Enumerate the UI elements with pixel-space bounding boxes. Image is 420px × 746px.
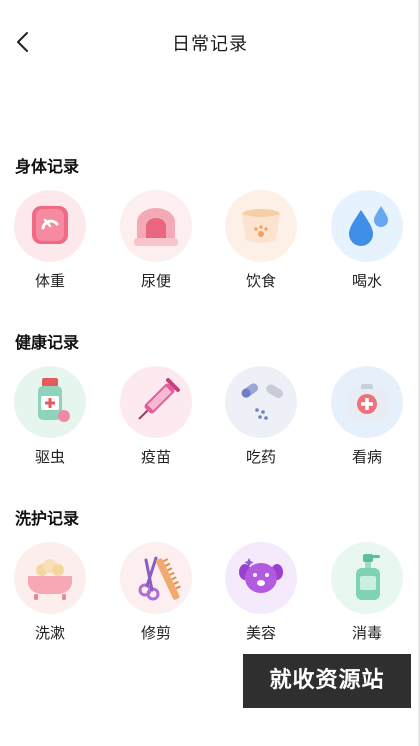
water-drops-icon — [331, 190, 403, 262]
section-title-body: 身体记录 — [15, 157, 80, 176]
record-item-label: 驱虫 — [34, 448, 65, 466]
litter-box-icon — [120, 190, 192, 262]
record-item-beauty[interactable]: 美容 — [215, 542, 305, 646]
record-item-label: 美容 — [245, 624, 276, 642]
record-item-label: 消毒 — [351, 624, 382, 642]
record-item-label: 看病 — [351, 448, 382, 466]
disinfectant-bottle-icon — [331, 542, 403, 614]
record-item-litter[interactable]: 尿便 — [110, 190, 200, 294]
record-item-label: 饮食 — [245, 272, 276, 290]
section-title-grooming: 洗护记录 — [15, 509, 80, 528]
record-item-medicine[interactable]: 吃药 — [215, 366, 305, 470]
scissors-comb-icon — [120, 542, 192, 614]
record-item-bath[interactable]: 洗漱 — [4, 542, 94, 646]
record-item-disinfect[interactable]: 消毒 — [321, 542, 411, 646]
record-item-doctor[interactable]: 看病 — [321, 366, 411, 470]
record-item-label: 体重 — [34, 272, 65, 290]
record-item-label: 洗漱 — [34, 624, 65, 642]
grooming-dog-icon — [225, 542, 297, 614]
grooming-record-grid: 洗漱 修剪 美容 消毒 — [0, 542, 420, 652]
record-item-label: 修剪 — [140, 624, 171, 642]
watermark-banner: 就收资源站 — [243, 654, 411, 708]
record-item-vaccine[interactable]: 疫苗 — [110, 366, 200, 470]
record-item-label: 尿便 — [140, 272, 171, 290]
pills-icon — [225, 366, 297, 438]
record-item-trim[interactable]: 修剪 — [110, 542, 200, 646]
record-item-label: 疫苗 — [140, 448, 171, 466]
medicine-bottle-icon — [14, 366, 86, 438]
scale-icon — [14, 190, 86, 262]
top-bar: 日常记录 — [0, 0, 420, 84]
syringe-icon — [120, 366, 192, 438]
page-title: 日常记录 — [172, 34, 248, 55]
section-title-health: 健康记录 — [15, 333, 80, 352]
food-bowl-icon — [225, 190, 297, 262]
record-item-label: 吃药 — [245, 448, 276, 466]
bathtub-icon — [14, 542, 86, 614]
record-item-water[interactable]: 喝水 — [321, 190, 411, 294]
record-item-label: 喝水 — [351, 272, 382, 290]
first-aid-kit-icon — [331, 366, 403, 438]
health-record-grid: 驱虫 疫苗 吃药 看病 — [0, 366, 420, 476]
record-item-food[interactable]: 饮食 — [215, 190, 305, 294]
record-item-deworm[interactable]: 驱虫 — [4, 366, 94, 470]
body-record-grid: 体重 尿便 饮食 喝水 — [0, 190, 420, 300]
record-item-weight[interactable]: 体重 — [4, 190, 94, 294]
